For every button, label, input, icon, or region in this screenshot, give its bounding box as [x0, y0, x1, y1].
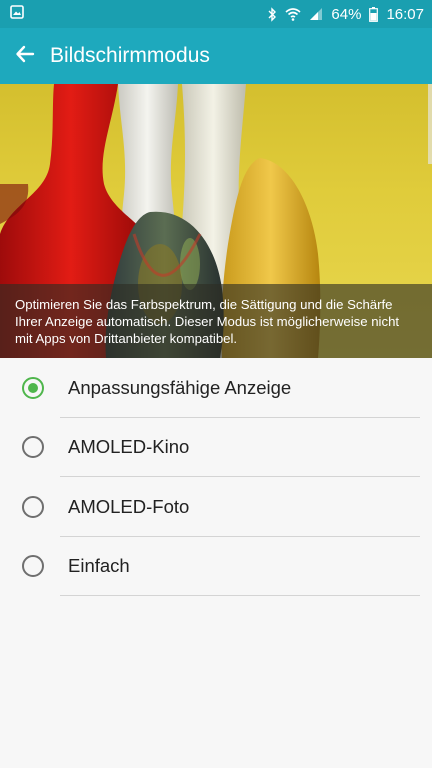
- signal-icon: [309, 7, 323, 21]
- battery-percent: 64%: [331, 5, 362, 23]
- page-title: Bildschirmmodus: [50, 44, 210, 67]
- option-basic[interactable]: Einfach: [0, 537, 432, 596]
- back-arrow-icon: [15, 44, 35, 69]
- radio-button[interactable]: [22, 436, 44, 459]
- divider: [60, 595, 420, 596]
- gallery-notification-icon: [10, 4, 24, 24]
- radio-button-selected[interactable]: [22, 376, 44, 399]
- option-adaptive-display[interactable]: Anpassungsfähige Anzeige: [0, 358, 432, 418]
- back-button[interactable]: [0, 28, 50, 84]
- option-label: AMOLED-Kino: [68, 436, 190, 458]
- display-mode-list: Anpassungsfähige Anzeige AMOLED-Kino AMO…: [0, 358, 432, 596]
- status-bar: 64% 16:07: [0, 0, 432, 28]
- radio-button[interactable]: [22, 495, 44, 518]
- bluetooth-icon: [267, 6, 277, 22]
- radio-button[interactable]: [22, 555, 44, 578]
- wifi-icon: [285, 7, 301, 21]
- option-label: Einfach: [68, 555, 130, 577]
- battery-icon: [369, 6, 379, 22]
- clock: 16:07: [386, 5, 424, 23]
- option-amoled-cinema[interactable]: AMOLED-Kino: [0, 418, 432, 477]
- option-amoled-photo[interactable]: AMOLED-Foto: [0, 477, 432, 537]
- mode-description: Optimieren Sie das Farbspektrum, die Sät…: [15, 297, 400, 346]
- option-label: Anpassungsfähige Anzeige: [68, 376, 292, 398]
- app-bar: Bildschirmmodus: [0, 28, 432, 84]
- option-label: AMOLED-Foto: [68, 495, 190, 517]
